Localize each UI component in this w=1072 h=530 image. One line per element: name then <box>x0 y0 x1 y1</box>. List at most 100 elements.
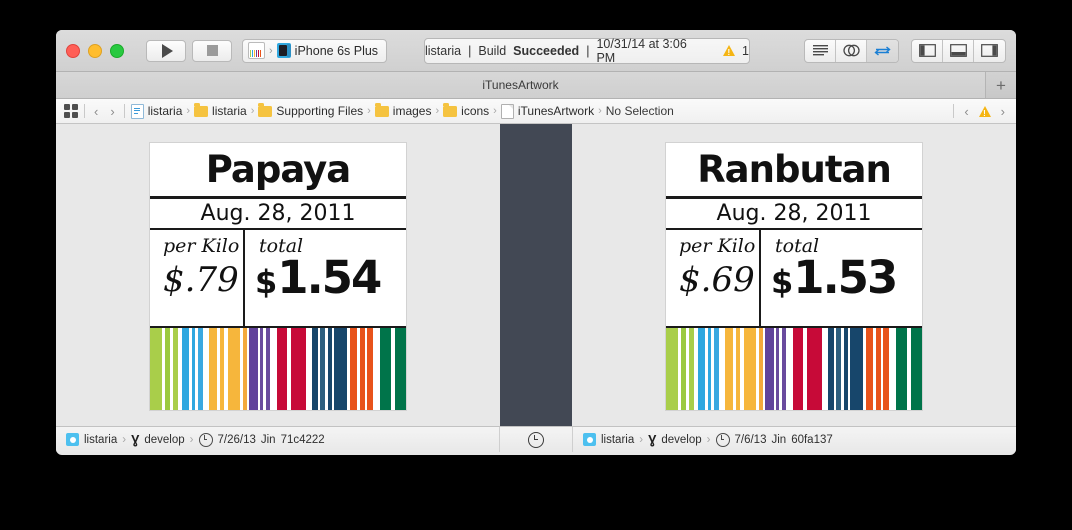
color-stripe <box>395 328 406 410</box>
separator: › <box>639 433 644 446</box>
project-app-icon <box>248 42 265 59</box>
total-amount: 1.54 <box>277 250 382 304</box>
add-tab-button[interactable]: + <box>985 72 1016 98</box>
warning-icon[interactable] <box>723 45 736 57</box>
color-stripe <box>372 328 380 410</box>
left-commit-author: Jin <box>260 433 276 446</box>
breadcrumb-label: Supporting Files <box>276 104 364 118</box>
breadcrumb-separator: › <box>435 105 440 117</box>
artwork-total-cell: total $1.54 <box>245 230 406 326</box>
repository-icon <box>66 433 79 446</box>
left-branch-name: develop <box>144 433 185 446</box>
left-editor-pane[interactable]: Papaya Aug. 28, 2011 per Kilo $.79 total… <box>56 124 500 426</box>
toolbar-right-group <box>804 38 1006 63</box>
tab-itunesartwork[interactable]: iTunesArtwork <box>56 78 985 92</box>
left-commit-date: 7/26/13 <box>217 433 256 446</box>
artwork-color-stripes-left <box>150 328 406 410</box>
per-kilo-value: $.79 <box>163 259 239 300</box>
color-stripe <box>182 328 190 410</box>
per-kilo-label: per Kilo <box>163 235 240 257</box>
toggle-debug-area-button[interactable] <box>943 39 974 62</box>
separator: › <box>122 433 127 446</box>
view-toggles-segmented <box>911 38 1006 63</box>
artwork-per-kilo-cell: per Kilo $.79 <box>150 230 245 326</box>
breadcrumb-item-icons[interactable]: icons <box>443 103 489 118</box>
jumpbar-divider-1 <box>84 104 85 118</box>
stop-button[interactable] <box>192 39 232 62</box>
breadcrumb-separator: › <box>598 105 602 117</box>
per-kilo-label: per Kilo <box>679 235 756 257</box>
color-stripe <box>764 328 774 410</box>
warning-count: 1 <box>742 43 749 58</box>
color-stripe <box>806 328 822 410</box>
minimize-button[interactable] <box>88 43 102 58</box>
version-editor-divider <box>500 124 572 426</box>
right-editor-pane[interactable]: Ranbutan Aug. 28, 2011 per Kilo $.69 tot… <box>572 124 1016 426</box>
breadcrumb-label: listaria <box>147 104 183 118</box>
breadcrumb-item-images[interactable]: images <box>374 103 431 118</box>
breadcrumb: listaria › listaria › Supporting Files ›… <box>130 103 674 119</box>
total-currency: $ <box>771 262 794 301</box>
related-items-icon[interactable] <box>64 104 78 118</box>
breadcrumb-label: No Selection <box>605 104 674 118</box>
total-amount: 1.53 <box>793 250 898 304</box>
status-timestamp: 10/31/14 at 3:06 PM <box>596 36 687 65</box>
jump-bar: ‹ › listaria › listaria › Supporting Fil… <box>56 99 1016 124</box>
play-icon <box>162 43 173 58</box>
status-project: listaria <box>425 43 462 58</box>
color-stripe <box>150 328 163 410</box>
artwork-price-row: per Kilo $.79 total $1.54 <box>150 230 406 328</box>
venn-circles-icon <box>842 44 860 57</box>
clock-icon <box>715 432 730 447</box>
color-stripe <box>276 328 288 410</box>
artwork-date-row: Aug. 28, 2011 <box>666 199 922 230</box>
color-stripe <box>895 328 907 410</box>
standard-editor-button[interactable] <box>805 39 836 62</box>
right-version-info[interactable]: listaria › Ɣ develop › 7/6/13 Jin 60fa13… <box>573 432 1016 447</box>
breadcrumb-item-listaria-folder[interactable]: listaria <box>194 103 247 118</box>
zoom-button[interactable] <box>110 43 124 58</box>
project-file-icon <box>130 103 144 119</box>
artwork-date-row: Aug. 28, 2011 <box>150 199 406 230</box>
right-commit-hash: 60fa137 <box>791 433 833 446</box>
color-stripe <box>334 328 347 410</box>
toggle-utilities-button[interactable] <box>974 40 1005 62</box>
issue-navigation-group: ‹ › <box>953 104 1008 119</box>
double-arrow-icon <box>874 45 891 56</box>
color-stripe <box>743 328 756 410</box>
total-currency: $ <box>255 262 278 301</box>
toolbar: › iPhone 6s Plus listaria | Build Succee… <box>56 30 1016 72</box>
run-button[interactable] <box>146 39 186 62</box>
version-editor-button[interactable] <box>867 39 898 62</box>
breadcrumb-label: listaria <box>212 104 247 118</box>
assistant-editor-button[interactable] <box>836 39 867 62</box>
branch-icon: Ɣ <box>648 432 657 447</box>
breadcrumb-separator: › <box>493 105 497 117</box>
version-timeline-button[interactable] <box>499 427 573 452</box>
back-button[interactable]: ‹ <box>91 104 101 119</box>
warning-icon[interactable] <box>978 105 991 118</box>
artwork-total-cell: total $1.53 <box>761 230 922 326</box>
next-issue-button[interactable]: › <box>998 104 1008 119</box>
status-divider-1: | <box>468 43 472 58</box>
left-commit-hash: 71c4222 <box>280 433 325 446</box>
color-stripe <box>208 328 217 410</box>
breadcrumb-item-project[interactable]: listaria <box>130 103 183 119</box>
activity-status-bar[interactable]: listaria | Build Succeeded | 10/31/14 at… <box>424 36 750 65</box>
total-value: $1.54 <box>245 255 406 300</box>
right-commit-date: 7/6/13 <box>734 433 767 446</box>
previous-issue-button[interactable]: ‹ <box>961 104 971 119</box>
utilities-panel-icon <box>981 44 998 57</box>
artwork-price-row: per Kilo $.69 total $1.53 <box>666 230 922 328</box>
artwork-date: Aug. 28, 2011 <box>200 201 356 226</box>
breadcrumb-item-itunesartwork[interactable]: iTunesArtwork <box>500 103 594 119</box>
color-stripe <box>666 328 679 410</box>
close-button[interactable] <box>66 43 80 58</box>
breadcrumb-item-supporting-files[interactable]: Supporting Files <box>258 103 364 118</box>
scheme-selector[interactable]: › iPhone 6s Plus <box>242 38 388 63</box>
toggle-navigator-button[interactable] <box>912 39 943 62</box>
breadcrumb-item-no-selection[interactable]: No Selection <box>606 104 674 118</box>
forward-button[interactable]: › <box>107 104 117 119</box>
tab-bar: iTunesArtwork + <box>56 72 1016 99</box>
left-version-info[interactable]: listaria › Ɣ develop › 7/26/13 Jin 71c42… <box>56 432 499 447</box>
